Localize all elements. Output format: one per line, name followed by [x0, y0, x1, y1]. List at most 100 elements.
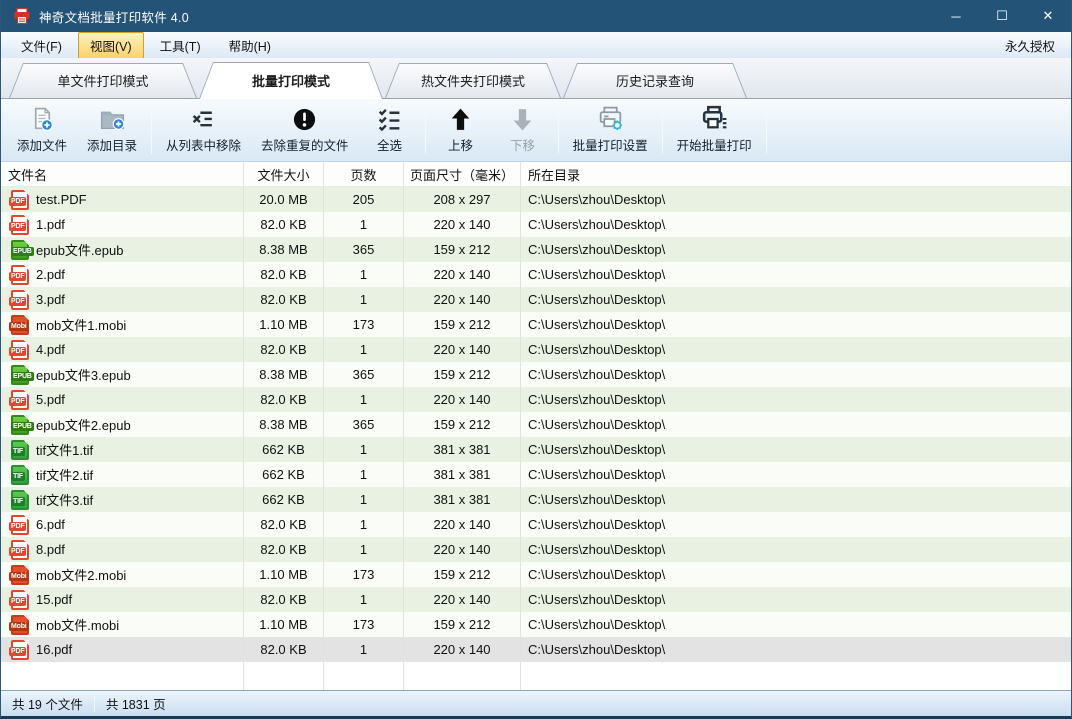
file-directory: C:\Users\zhou\Desktop\	[521, 387, 1071, 412]
table-row[interactable]: EPUBepub文件3.epub8.38 MB365159 x 212C:\Us…	[1, 362, 1071, 387]
table-row[interactable]: Mobimob文件.mobi1.10 MB173159 x 212C:\User…	[1, 612, 1071, 637]
column-header-4[interactable]: 页面尺寸（毫米）	[404, 162, 521, 186]
toolbar-button-add-file[interactable]: 添加文件	[7, 102, 77, 159]
file-directory: C:\Users\zhou\Desktop\	[521, 337, 1071, 362]
page-count: 1	[324, 287, 404, 312]
file-name: epub文件.epub	[36, 240, 123, 259]
column-header-2[interactable]: 文件大小	[244, 162, 324, 186]
file-size: 82.0 KB	[244, 212, 324, 237]
tif-file-icon: TIF	[11, 490, 29, 510]
toolbar-button-print-settings[interactable]: 批量打印设置	[563, 102, 658, 159]
menu-item-1[interactable]: 文件(F)	[9, 32, 74, 59]
add-file-icon	[29, 106, 56, 133]
table-row[interactable]: PDF1.pdf82.0 KB1220 x 140C:\Users\zhou\D…	[1, 212, 1071, 237]
table-row[interactable]: EPUBepub文件.epub8.38 MB365159 x 212C:\Use…	[1, 237, 1071, 262]
table-row[interactable]: Mobimob文件1.mobi1.10 MB173159 x 212C:\Use…	[1, 312, 1071, 337]
menu-item-4[interactable]: 帮助(H)	[217, 32, 283, 59]
table-row[interactable]: PDF4.pdf82.0 KB1220 x 140C:\Users\zhou\D…	[1, 337, 1071, 362]
file-name: mob文件2.mobi	[36, 565, 126, 584]
toolbar-button-label: 上移	[448, 135, 473, 154]
file-size: 8.38 MB	[244, 412, 324, 437]
table-row[interactable]: PDF16.pdf82.0 KB1220 x 140C:\Users\zhou\…	[1, 637, 1071, 662]
file-directory: C:\Users\zhou\Desktop\	[521, 212, 1071, 237]
app-printer-icon	[13, 7, 31, 25]
file-directory: C:\Users\zhou\Desktop\	[521, 487, 1071, 512]
file-type-badge: PDF	[9, 297, 26, 306]
table-row[interactable]: PDF3.pdf82.0 KB1220 x 140C:\Users\zhou\D…	[1, 287, 1071, 312]
tab-label: 批量打印模式	[252, 71, 330, 90]
file-size: 82.0 KB	[244, 537, 324, 562]
toolbar-button-remove-from-list[interactable]: 从列表中移除	[156, 102, 251, 159]
page-dimensions: 381 x 381	[404, 437, 521, 462]
toolbar-button-label: 批量打印设置	[573, 135, 648, 154]
move-down-icon	[509, 106, 536, 133]
file-name: 16.pdf	[36, 642, 72, 657]
tab-2[interactable]: 批量打印模式	[199, 62, 383, 99]
toolbar-button-label: 下移	[510, 135, 535, 154]
toolbar-button-remove-duplicates[interactable]: 去除重复的文件	[251, 102, 359, 159]
menu-item-3[interactable]: 工具(T)	[148, 32, 213, 59]
table-row[interactable]: TIFtif文件3.tif662 KB1381 x 381C:\Users\zh…	[1, 487, 1071, 512]
toolbar-button-add-folder[interactable]: 添加目录	[77, 102, 147, 159]
mobi-file-icon: Mobi	[11, 615, 29, 635]
file-size: 1.10 MB	[244, 612, 324, 637]
table-row[interactable]: PDF8.pdf82.0 KB1220 x 140C:\Users\zhou\D…	[1, 537, 1071, 562]
page-count: 365	[324, 237, 404, 262]
maximize-button[interactable]: ☐	[979, 0, 1025, 32]
toolbar-separator	[766, 107, 767, 154]
tab-1[interactable]: 单文件打印模式	[9, 63, 197, 98]
table-row[interactable]: TIFtif文件2.tif662 KB1381 x 381C:\Users\zh…	[1, 462, 1071, 487]
file-directory: C:\Users\zhou\Desktop\	[521, 587, 1071, 612]
file-size: 20.0 MB	[244, 187, 324, 212]
file-size: 1.10 MB	[244, 562, 324, 587]
page-dimensions: 159 x 212	[404, 237, 521, 262]
page-count: 173	[324, 562, 404, 587]
file-name: mob文件.mobi	[36, 615, 119, 634]
toolbar-button-label: 全选	[377, 135, 402, 154]
file-type-badge: EPUB	[11, 422, 34, 431]
file-directory: C:\Users\zhou\Desktop\	[521, 412, 1071, 437]
column-header-3[interactable]: 页数	[324, 162, 404, 186]
table-row[interactable]: EPUBepub文件2.epub8.38 MB365159 x 212C:\Us…	[1, 412, 1071, 437]
file-type-badge: PDF	[9, 397, 26, 406]
file-name: 8.pdf	[36, 542, 65, 557]
pdf-file-icon: PDF	[11, 190, 29, 210]
minimize-button[interactable]: ─	[933, 0, 979, 32]
table-row[interactable]: PDFtest.PDF20.0 MB205208 x 297C:\Users\z…	[1, 187, 1071, 212]
column-header-5[interactable]: 所在目录	[521, 162, 1071, 186]
table-row[interactable]: PDF2.pdf82.0 KB1220 x 140C:\Users\zhou\D…	[1, 262, 1071, 287]
tab-4[interactable]: 历史记录查询	[563, 63, 747, 98]
epub-file-icon: EPUB	[11, 365, 29, 385]
file-type-badge: PDF	[9, 347, 26, 356]
file-type-badge: EPUB	[11, 372, 34, 381]
toolbar-button-move-up[interactable]: 上移	[430, 102, 492, 159]
column-header-1[interactable]: 文件名	[1, 162, 244, 186]
toolbar-button-start-print[interactable]: 开始批量打印	[667, 102, 762, 159]
close-button[interactable]: ✕	[1025, 0, 1071, 32]
add-folder-icon	[99, 106, 126, 133]
file-name: tif文件1.tif	[36, 440, 93, 459]
file-type-badge: PDF	[9, 522, 26, 531]
title-bar: 神奇文档批量打印软件 4.0 ─ ☐ ✕	[1, 0, 1071, 32]
pdf-file-icon: PDF	[11, 390, 29, 410]
page-dimensions: 220 x 140	[404, 212, 521, 237]
menu-bar: 文件(F)视图(V)工具(T)帮助(H) 永久授权	[1, 32, 1071, 58]
toolbar: 添加文件添加目录从列表中移除去除重复的文件全选 上移 下移 批量打印设置开始批量打印	[1, 99, 1071, 162]
move-up-icon	[447, 106, 474, 133]
toolbar-button-select-all[interactable]: 全选	[359, 102, 421, 159]
tab-3[interactable]: 热文件夹打印模式	[385, 63, 561, 98]
remove-duplicates-icon	[291, 106, 318, 133]
page-count: 1	[324, 462, 404, 487]
file-type-badge: TIF	[11, 447, 25, 456]
page-count: 205	[324, 187, 404, 212]
page-count: 1	[324, 487, 404, 512]
table-row[interactable]: Mobimob文件2.mobi1.10 MB173159 x 212C:\Use…	[1, 562, 1071, 587]
table-row[interactable]: PDF6.pdf82.0 KB1220 x 140C:\Users\zhou\D…	[1, 512, 1071, 537]
table-row[interactable]: TIFtif文件1.tif662 KB1381 x 381C:\Users\zh…	[1, 437, 1071, 462]
file-count-label: 共 19 个文件	[1, 694, 94, 713]
menu-item-2[interactable]: 视图(V)	[78, 32, 144, 59]
file-size: 82.0 KB	[244, 512, 324, 537]
table-row[interactable]: PDF15.pdf82.0 KB1220 x 140C:\Users\zhou\…	[1, 587, 1071, 612]
table-row[interactable]: PDF5.pdf82.0 KB1220 x 140C:\Users\zhou\D…	[1, 387, 1071, 412]
pdf-file-icon: PDF	[11, 540, 29, 560]
